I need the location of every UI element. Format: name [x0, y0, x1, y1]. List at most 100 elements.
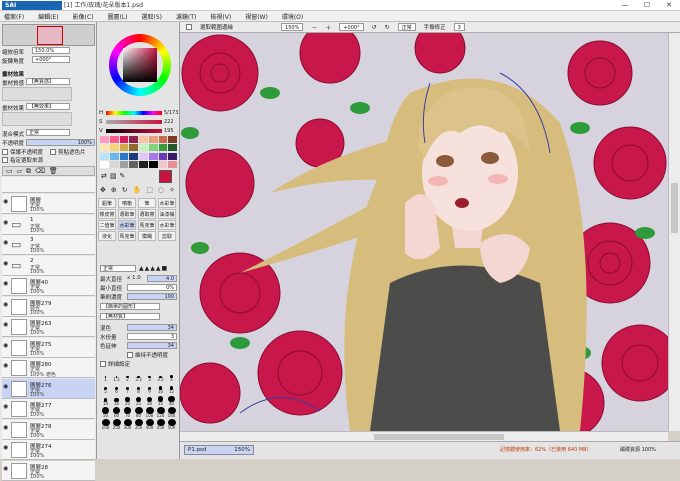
horizontal-scrollbar[interactable]: [180, 431, 668, 441]
zoom-out-icon[interactable]: －: [311, 23, 317, 32]
tool-select-pen[interactable]: 選取筆: [118, 209, 136, 219]
palette-swatch[interactable]: [158, 152, 168, 160]
brush-size-preset[interactable]: 8: [134, 383, 143, 394]
clear-layer-icon[interactable]: ⌫: [35, 167, 45, 175]
brush-size-preset[interactable]: 200: [101, 419, 110, 430]
clip-group-checkbox[interactable]: [50, 149, 56, 155]
tool-liquify[interactable]: 液化: [98, 231, 116, 241]
mix-slider[interactable]: 34: [127, 324, 177, 331]
document-tab[interactable]: P1.psd 150%: [184, 445, 254, 455]
brush-mode-select[interactable]: 正常: [100, 265, 136, 272]
toolbar-angle-field[interactable]: +000°: [339, 23, 364, 31]
layer-row[interactable]: ◉ 圖層28 正常 100%: [2, 460, 95, 481]
brush-size-preset[interactable]: 12: [167, 383, 176, 394]
visibility-eye-icon[interactable]: ◉: [3, 199, 9, 205]
visibility-eye-icon[interactable]: ◉: [3, 404, 9, 410]
brush-size-preset[interactable]: 5: [101, 383, 110, 394]
tool-bucket[interactable]: 油漆桶: [158, 209, 176, 219]
layer-row[interactable]: ◉ 圖層279 發光 100%: [2, 296, 95, 317]
brush-size-preset[interactable]: 500: [167, 419, 176, 430]
brush-size-preset[interactable]: 160: [167, 407, 176, 418]
tool-watercolor-2[interactable]: 水彩筆: [118, 220, 136, 230]
tool-watercolor-3[interactable]: 水彩筆: [158, 220, 176, 230]
palette-swatch[interactable]: [158, 144, 168, 152]
visibility-eye-icon[interactable]: ◉: [3, 301, 9, 308]
persist-slider[interactable]: 34: [127, 342, 177, 349]
delete-layer-icon[interactable]: 🗑: [49, 167, 58, 175]
palette-swatch[interactable]: [139, 144, 148, 152]
brush-size-slider[interactable]: 4.0: [147, 275, 177, 282]
min-size-slider[interactable]: 0%: [127, 284, 177, 291]
navigator-viewport[interactable]: [37, 26, 63, 45]
horizontal-scroll-thumb[interactable]: [374, 434, 504, 440]
tool-brush[interactable]: 筆: [138, 198, 156, 208]
palette-swatch[interactable]: [158, 160, 168, 168]
selection-source-checkbox[interactable]: [2, 157, 8, 163]
brush-size-preset[interactable]: 40: [167, 395, 176, 406]
palette-swatch[interactable]: [158, 136, 168, 143]
tip-shape-icon[interactable]: ■: [162, 265, 168, 272]
move-icon[interactable]: ✥: [100, 186, 106, 196]
paper-select[interactable]: 【無質感】: [26, 78, 70, 85]
menu-layer[interactable]: 圖層(L): [108, 12, 128, 21]
tool-marker-2[interactable]: 馬克筆: [118, 231, 136, 241]
primary-color-swatch[interactable]: [159, 170, 172, 183]
palette-swatch[interactable]: [100, 160, 109, 168]
protect-opacity-checkbox[interactable]: [2, 149, 8, 155]
palette-swatch[interactable]: [168, 160, 177, 168]
saturation-slider[interactable]: [106, 120, 162, 124]
correction-field[interactable]: 3: [453, 23, 465, 31]
palette-swatch[interactable]: [148, 136, 158, 143]
visibility-eye-icon[interactable]: ◉: [3, 465, 9, 472]
tool-marker[interactable]: 馬克筆: [138, 220, 156, 230]
tool-binary-pen[interactable]: 二值筆: [98, 220, 116, 230]
brush-size-preset[interactable]: 70: [123, 407, 132, 418]
effect-select[interactable]: 【無效果】: [26, 103, 70, 110]
zoom-field[interactable]: 150.0%: [32, 47, 70, 54]
zoom-icon[interactable]: ⊕: [111, 186, 117, 196]
vertical-scroll-thumb[interactable]: [671, 183, 678, 233]
menu-view[interactable]: 檢視(V): [210, 12, 231, 21]
palette-swatch[interactable]: [139, 136, 148, 143]
layer-row[interactable]: ◉ 圖層40 正常 100%: [2, 276, 95, 296]
layer-row[interactable]: ◉ 圖層274 正常 100%: [2, 440, 95, 460]
drawing-canvas[interactable]: [180, 33, 668, 431]
brush-size-preset[interactable]: 400: [145, 419, 154, 430]
hue-slider[interactable]: [106, 111, 162, 115]
zoom-in-icon[interactable]: ＋: [325, 23, 331, 32]
tool-eraser[interactable]: 橡皮擦: [98, 209, 116, 219]
visibility-eye-icon[interactable]: ◉: [3, 363, 9, 369]
toolbar-mode-field[interactable]: 正常: [397, 23, 416, 31]
layer-row[interactable]: ◉ 圖層263 正常 100%: [2, 317, 95, 337]
visibility-eye-icon[interactable]: ◉: [3, 383, 9, 390]
water-slider[interactable]: 3: [127, 333, 177, 340]
brush-size-preset[interactable]: 3.5: [156, 371, 165, 382]
brush-size-preset[interactable]: 120: [156, 407, 165, 418]
visibility-eye-icon[interactable]: ◉: [3, 219, 9, 226]
layer-folder-row[interactable]: ◉ ▭ 2 正常 100%: [2, 255, 95, 276]
brush-size-preset[interactable]: 10: [156, 383, 165, 394]
tool-blur[interactable]: 模糊: [138, 231, 156, 241]
palette-swatch[interactable]: [100, 136, 109, 143]
rotate-right-icon[interactable]: ↻: [385, 24, 390, 31]
minimize-button[interactable]: —: [614, 0, 636, 11]
toolbar-zoom-field[interactable]: 150%: [281, 23, 304, 31]
palette-swatch[interactable]: [119, 136, 129, 143]
density-slider[interactable]: 100: [127, 293, 177, 300]
brush-size-preset[interactable]: 60: [112, 407, 121, 418]
brush-size-preset[interactable]: 450: [156, 419, 165, 430]
brush-shape-select[interactable]: 【簡單的圓形】: [100, 303, 160, 310]
visibility-eye-icon[interactable]: ◉: [3, 240, 9, 246]
brush-size-preset[interactable]: 3: [145, 371, 154, 382]
layer-row[interactable]: ◉ 圖層275 正常 100%: [2, 337, 95, 358]
rotate-left-icon[interactable]: ↺: [372, 24, 377, 31]
brush-size-preset[interactable]: 30: [145, 395, 154, 406]
brush-size-preset[interactable]: 100: [145, 407, 154, 418]
visibility-eye-icon[interactable]: ◉: [3, 424, 9, 431]
tool-watercolor[interactable]: 水彩筆: [158, 198, 176, 208]
brush-size-preset[interactable]: 20: [123, 395, 132, 406]
tool-cut[interactable]: 剪取: [158, 231, 176, 241]
color-wheel[interactable]: [109, 34, 171, 96]
brush-texture-select[interactable]: 【無材質】: [100, 313, 160, 320]
visibility-eye-icon[interactable]: ◉: [3, 260, 9, 267]
